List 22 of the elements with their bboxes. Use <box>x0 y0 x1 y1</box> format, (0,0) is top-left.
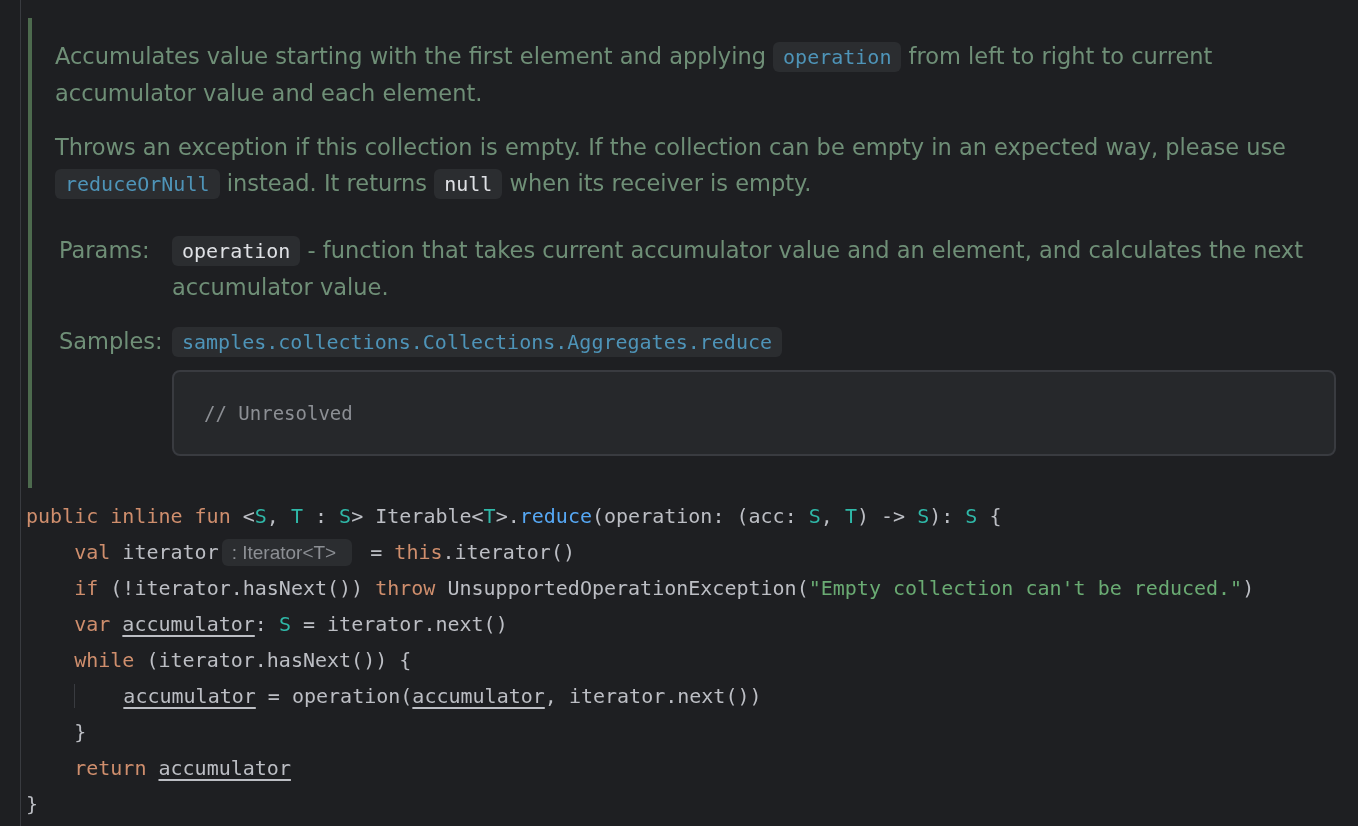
section-label: Params: <box>59 236 151 265</box>
code-line: return accumulator <box>73 755 292 782</box>
code-line: } <box>73 719 88 746</box>
code-text: = this.iterator() <box>369 540 575 564</box>
code-line: public inline fun <S, T : S> Iterable<T>.reduce(operation: (acc: S, T) -> S): S { <box>26 503 1003 530</box>
section-text: operation - function that takes current accumulator value and an element, and calculates the next accumulator value. <box>172 235 1304 302</box>
doc-paragraph: Accumulates value starting with the first element and applying operation from left to right to current accumulator value and each element. <box>55 41 1214 108</box>
sample-code-block: // Unresolved <box>172 370 1336 456</box>
code-link[interactable]: operation <box>773 42 902 72</box>
code-link[interactable]: samples.collections.Collections.Aggregates.reduce <box>172 327 782 357</box>
code-line: while (iterator.hasNext()) { <box>73 647 413 674</box>
code-link[interactable]: reduceOrNull <box>55 169 220 199</box>
section-label: Samples: <box>59 327 164 356</box>
type-hint: : Iterator<T> <box>221 539 353 566</box>
inline-code: operation <box>172 236 301 266</box>
code-line: if (!iterator.hasNext()) throw UnsupportedOperationException("Empty collection can't be reduced.") <box>73 575 1256 602</box>
code-line: } <box>26 791 40 818</box>
inline-code: null <box>434 169 503 199</box>
doc-paragraph: Throws an exception if this collection is empty. If the collection can be empty in an expected way, please use reduceOrNull instead. It returns null when its receiver is empty. <box>55 129 1336 202</box>
code-text: val iterator <box>73 540 219 564</box>
code-line: var accumulator: S = iterator.next() <box>73 611 509 638</box>
code-line: accumulator = operation(accumulator, iterator.next()) <box>26 678 1358 714</box>
